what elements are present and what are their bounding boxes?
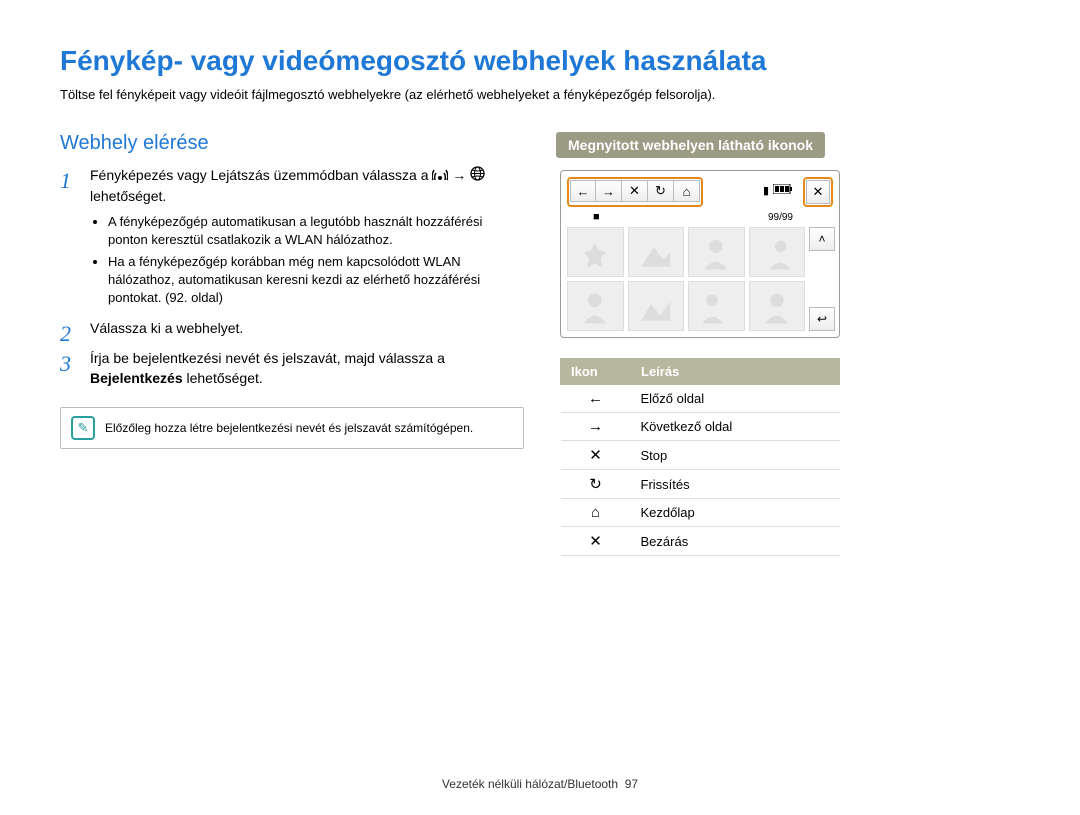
row-desc: Következő oldal <box>631 413 840 441</box>
table-row: ✕ Bezárás <box>561 527 840 556</box>
thumbnail-area: ˄ ↩ <box>567 227 833 331</box>
row-icon: → <box>561 413 631 441</box>
callout-title: Megnyitott webhelyen látható ikonok <box>556 132 825 158</box>
table-row: → Következő oldal <box>561 413 840 441</box>
row-icon: ↻ <box>561 470 631 499</box>
thumbnail-grid <box>567 227 805 331</box>
row-desc: Frissítés <box>631 470 840 499</box>
footer-page-number: 97 <box>625 777 638 791</box>
thumbnail[interactable] <box>688 281 745 331</box>
thumbnail[interactable] <box>567 281 624 331</box>
icon-description-table: Ikon Leírás ← Előző oldal → Következő ol… <box>560 358 840 556</box>
step-2: Válassza ki a webhelyet. <box>60 318 524 338</box>
page-footer: Vezeték nélküli hálózat/Bluetooth 97 <box>0 777 1080 791</box>
left-column: Webhely elérése Fényképezés vagy Lejátsz… <box>60 132 524 556</box>
step-3: Írja be bejelentkezési nevét és jelszavá… <box>60 348 524 389</box>
back-button[interactable]: ← <box>570 180 596 202</box>
page-title: Fénykép- vagy videómegosztó webhelyek ha… <box>60 45 1020 77</box>
manual-page: Fénykép- vagy videómegosztó webhelyek ha… <box>0 0 1080 815</box>
section-title: Webhely elérése <box>60 132 524 155</box>
row-desc: Bezárás <box>631 527 840 556</box>
device-screen: ← → ✕ ↻ ⌂ ▮ ✕ <box>560 170 840 338</box>
return-button[interactable]: ↩ <box>809 307 835 331</box>
table-row: ⌂ Kezdőlap <box>561 499 840 527</box>
page-counter: 99/99 <box>768 212 793 223</box>
table-row: ↻ Frissítés <box>561 470 840 499</box>
globe-icon <box>470 166 485 186</box>
scroll-buttons: ˄ ↩ <box>809 227 833 331</box>
thumbnail[interactable] <box>688 227 745 277</box>
th-icon: Ikon <box>561 359 631 385</box>
intro-text: Töltse fel fényképeit vagy videóit fájlm… <box>60 87 1020 102</box>
thumbnail[interactable] <box>628 281 685 331</box>
close-button[interactable]: ✕ <box>806 180 830 204</box>
th-desc: Leírás <box>631 359 840 385</box>
step1-text-b: lehetőséget. <box>90 188 166 204</box>
steps-list: Fényképezés vagy Lejátszás üzemmódban vá… <box>60 165 524 389</box>
refresh-button[interactable]: ↻ <box>648 180 674 202</box>
step-1: Fényképezés vagy Lejátszás üzemmódban vá… <box>60 165 524 308</box>
note-icon: ✎ <box>71 416 95 440</box>
thumbnail[interactable] <box>749 281 806 331</box>
right-column: Megnyitott webhelyen látható ikonok ← → … <box>556 132 1020 556</box>
two-column-layout: Webhely elérése Fényképezés vagy Lejátsz… <box>60 132 1020 556</box>
stop-button[interactable]: ✕ <box>622 180 648 202</box>
step3-bold: Bejelentkezés <box>90 370 183 386</box>
row-icon: ⌂ <box>561 499 631 527</box>
toolbar-row: ← → ✕ ↻ ⌂ ▮ ✕ <box>567 177 833 207</box>
row-icon: ✕ <box>561 527 631 556</box>
table-row: ← Előző oldal <box>561 385 840 413</box>
note-box: ✎ Előzőleg hozza létre bejelentkezési ne… <box>60 407 524 449</box>
forward-button[interactable]: → <box>596 180 622 202</box>
row-desc: Kezdőlap <box>631 499 840 527</box>
step3-text-b: lehetőséget. <box>187 370 263 386</box>
toolbar-highlight-group: ← → ✕ ↻ ⌂ <box>567 177 703 207</box>
row-icon: ✕ <box>561 441 631 470</box>
step3-text-a: Írja be bejelentkezési nevét és jelszavá… <box>90 350 445 366</box>
thumbnail[interactable] <box>567 227 624 277</box>
row-desc: Stop <box>631 441 840 470</box>
thumbnail[interactable] <box>749 227 806 277</box>
folder-icon: ■ <box>593 211 600 223</box>
bullet-item: Ha a fényképezőgép korábban még nem kapc… <box>108 253 524 308</box>
footer-text: Vezeték nélküli hálózat/Bluetooth <box>442 777 618 791</box>
table-row: ✕ Stop <box>561 441 840 470</box>
thumbnail[interactable] <box>628 227 685 277</box>
row-icon: ← <box>561 385 631 413</box>
home-button[interactable]: ⌂ <box>674 180 700 202</box>
wireless-icon <box>432 166 448 186</box>
subheader-row: ■ 99/99 <box>567 211 833 223</box>
status-area: ▮ <box>707 177 799 203</box>
battery-icon <box>773 184 793 197</box>
row-desc: Előző oldal <box>631 385 840 413</box>
close-highlight: ✕ <box>803 177 833 207</box>
step1-text-a: Fényképezés vagy Lejátszás üzemmódban vá… <box>90 167 432 183</box>
signal-icon: ▮ <box>763 184 769 197</box>
step1-bullets: A fényképezőgép automatikusan a legutóbb… <box>90 213 524 308</box>
arrow-separator: → <box>452 167 470 183</box>
scroll-up-button[interactable]: ˄ <box>809 227 835 251</box>
bullet-item: A fényképezőgép automatikusan a legutóbb… <box>108 213 524 249</box>
note-text: Előzőleg hozza létre bejelentkezési nevé… <box>105 421 473 435</box>
